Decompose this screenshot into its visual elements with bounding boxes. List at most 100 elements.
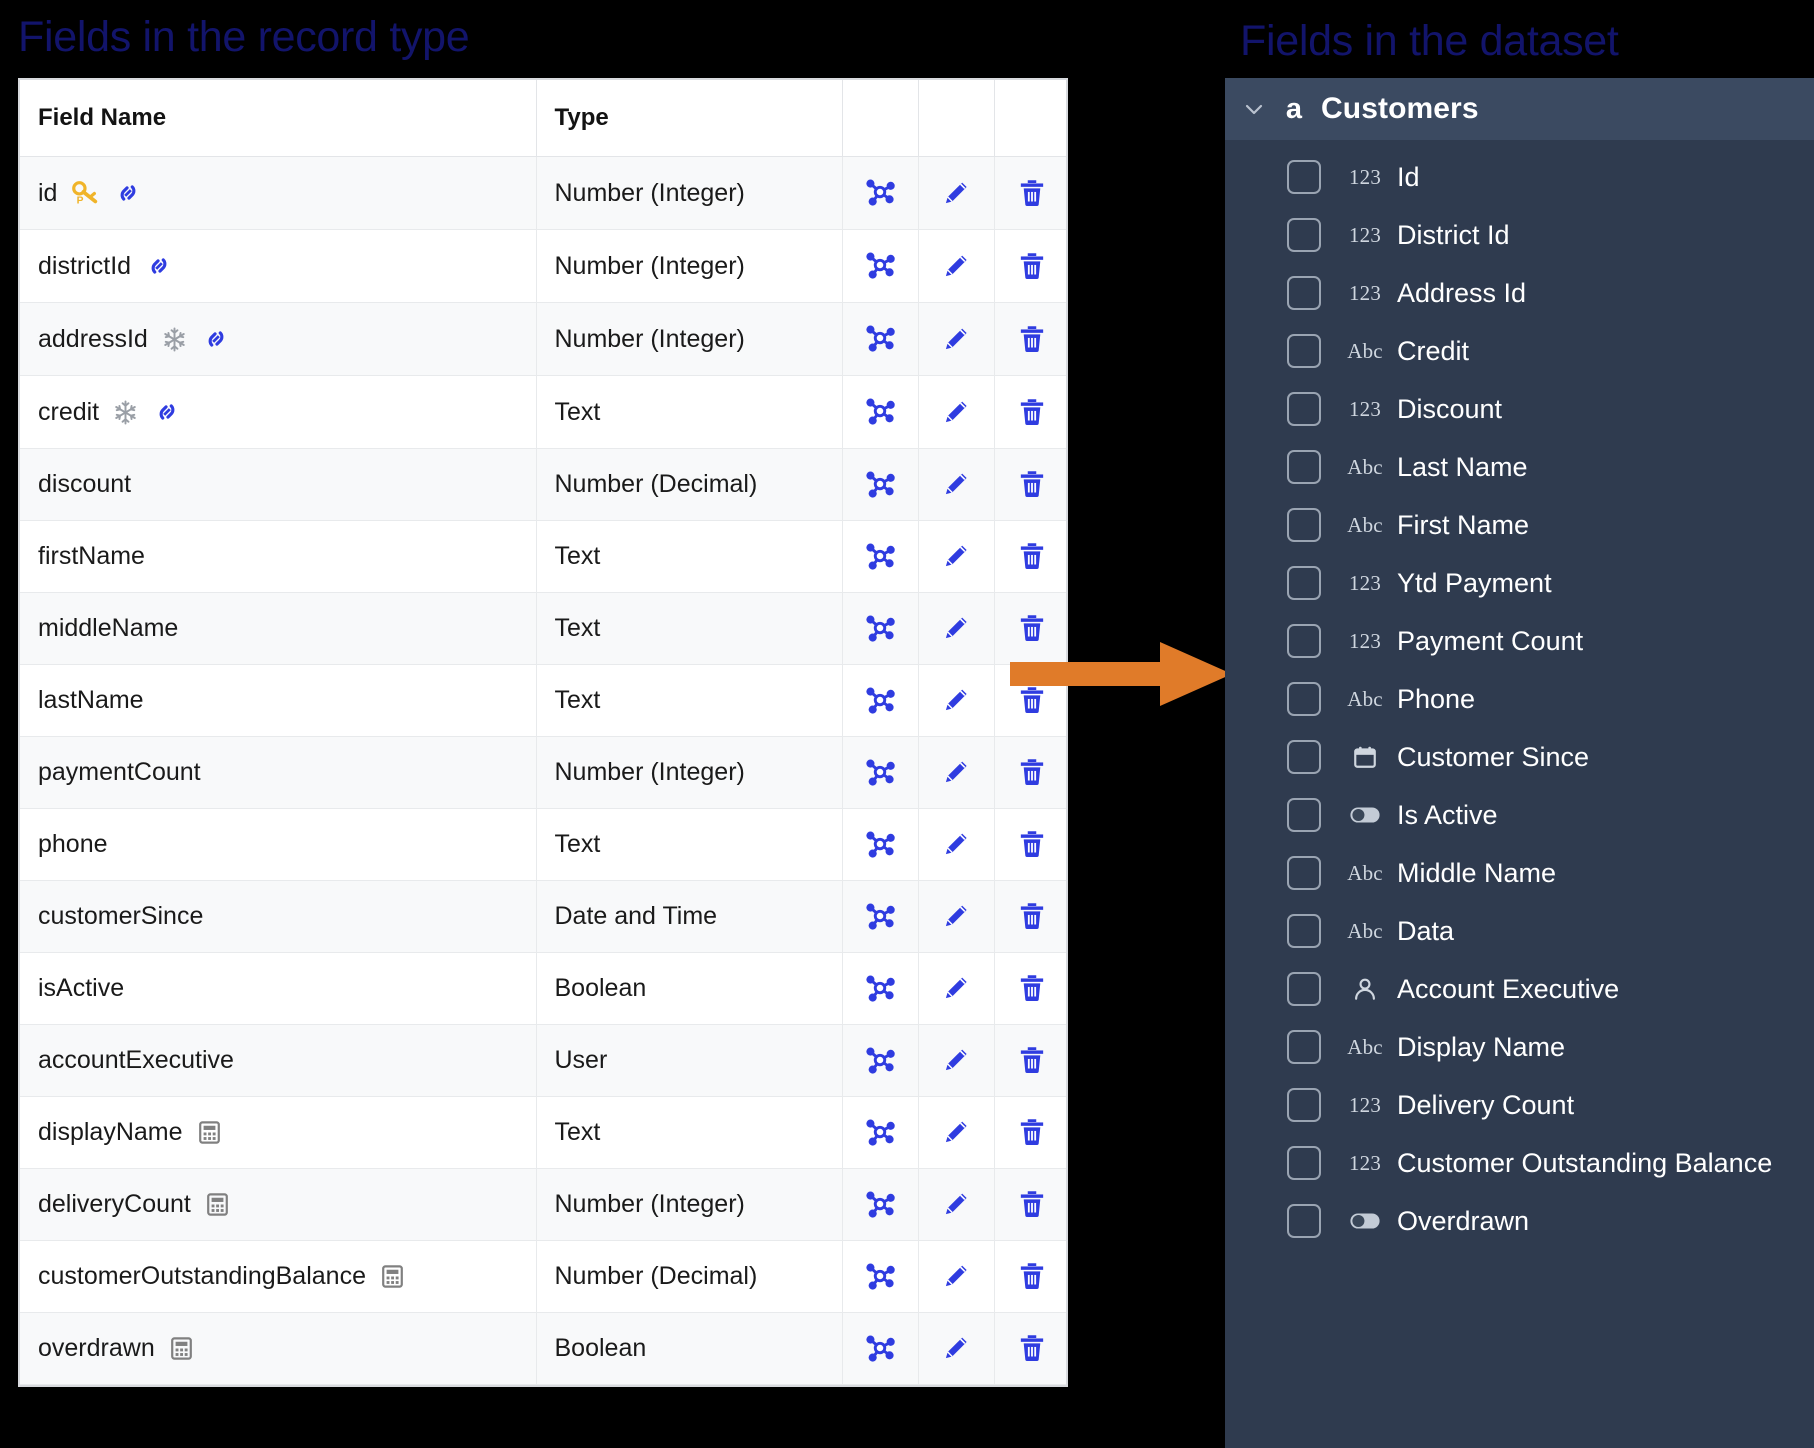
- cell-action-relationship[interactable]: [842, 1240, 919, 1313]
- field-checkbox[interactable]: [1287, 508, 1321, 542]
- cell-action-edit[interactable]: [918, 1312, 995, 1385]
- field-checkbox[interactable]: [1287, 276, 1321, 310]
- field-checkbox[interactable]: [1287, 798, 1321, 832]
- cell-action-delete[interactable]: [994, 880, 1066, 953]
- chevron-down-icon[interactable]: [1241, 97, 1267, 121]
- cell-action-edit[interactable]: [918, 592, 995, 665]
- cell-action-edit[interactable]: [918, 1024, 995, 1097]
- edit-icon[interactable]: [933, 170, 979, 216]
- cell-action-edit[interactable]: [918, 448, 995, 521]
- dataset-field-row[interactable]: Abc Middle Name: [1225, 844, 1814, 902]
- cell-action-delete[interactable]: [994, 375, 1066, 449]
- cell-action-delete[interactable]: [994, 808, 1066, 881]
- cell-action-edit[interactable]: [918, 736, 995, 809]
- edit-icon[interactable]: [933, 749, 979, 795]
- cell-action-edit[interactable]: [918, 664, 995, 737]
- edit-icon[interactable]: [933, 821, 979, 867]
- delete-icon[interactable]: [1009, 389, 1055, 435]
- delete-icon[interactable]: [1009, 821, 1055, 867]
- cell-action-edit[interactable]: [918, 302, 995, 376]
- cell-action-relationship[interactable]: [842, 156, 919, 230]
- cell-action-delete[interactable]: [994, 156, 1066, 230]
- relationship-icon[interactable]: [857, 821, 903, 867]
- cell-action-relationship[interactable]: [842, 664, 919, 737]
- cell-action-relationship[interactable]: [842, 1168, 919, 1241]
- edit-icon[interactable]: [933, 1037, 979, 1083]
- cell-action-delete[interactable]: [994, 520, 1066, 593]
- relationship-icon[interactable]: [857, 965, 903, 1011]
- edit-icon[interactable]: [933, 1181, 979, 1227]
- relationship-icon[interactable]: [857, 749, 903, 795]
- field-checkbox[interactable]: [1287, 450, 1321, 484]
- cell-action-edit[interactable]: [918, 952, 995, 1025]
- field-checkbox[interactable]: [1287, 624, 1321, 658]
- dataset-field-row[interactable]: Abc Phone: [1225, 670, 1814, 728]
- delete-icon[interactable]: [1009, 170, 1055, 216]
- cell-action-delete[interactable]: [994, 1312, 1066, 1385]
- field-checkbox[interactable]: [1287, 1030, 1321, 1064]
- cell-action-delete[interactable]: [994, 1168, 1066, 1241]
- edit-icon[interactable]: [933, 1253, 979, 1299]
- relationship-icon[interactable]: [857, 169, 903, 215]
- field-checkbox[interactable]: [1287, 682, 1321, 716]
- dataset-field-row[interactable]: Abc Data: [1225, 902, 1814, 960]
- dataset-field-row[interactable]: Is Active: [1225, 786, 1814, 844]
- cell-action-relationship[interactable]: [842, 375, 919, 449]
- dataset-field-row[interactable]: 123 District Id: [1225, 206, 1814, 264]
- relationship-icon[interactable]: [857, 605, 903, 651]
- cell-action-edit[interactable]: [918, 156, 995, 230]
- dataset-field-row[interactable]: Abc First Name: [1225, 496, 1814, 554]
- edit-icon[interactable]: [933, 1325, 979, 1371]
- dataset-field-row[interactable]: 123 Address Id: [1225, 264, 1814, 322]
- cell-action-relationship[interactable]: [842, 229, 919, 303]
- cell-action-relationship[interactable]: [842, 302, 919, 376]
- dataset-field-row[interactable]: 123 Payment Count: [1225, 612, 1814, 670]
- edit-icon[interactable]: [933, 605, 979, 651]
- cell-action-delete[interactable]: [994, 736, 1066, 809]
- dataset-field-row[interactable]: 123 Ytd Payment: [1225, 554, 1814, 612]
- field-checkbox[interactable]: [1287, 740, 1321, 774]
- cell-action-relationship[interactable]: [842, 592, 919, 665]
- field-checkbox[interactable]: [1287, 972, 1321, 1006]
- cell-action-relationship[interactable]: [842, 448, 919, 521]
- cell-action-edit[interactable]: [918, 808, 995, 881]
- delete-icon[interactable]: [1009, 965, 1055, 1011]
- cell-action-delete[interactable]: [994, 448, 1066, 521]
- delete-icon[interactable]: [1009, 1181, 1055, 1227]
- cell-action-relationship[interactable]: [842, 880, 919, 953]
- field-checkbox[interactable]: [1287, 392, 1321, 426]
- delete-icon[interactable]: [1009, 1253, 1055, 1299]
- dataset-field-row[interactable]: Abc Display Name: [1225, 1018, 1814, 1076]
- cell-action-edit[interactable]: [918, 1096, 995, 1169]
- cell-action-relationship[interactable]: [842, 1312, 919, 1385]
- relationship-icon[interactable]: [857, 893, 903, 939]
- relationship-icon[interactable]: [857, 315, 903, 361]
- edit-icon[interactable]: [933, 677, 979, 723]
- delete-icon[interactable]: [1009, 461, 1055, 507]
- edit-icon[interactable]: [933, 533, 979, 579]
- field-checkbox[interactable]: [1287, 566, 1321, 600]
- cell-action-delete[interactable]: [994, 1240, 1066, 1313]
- edit-icon[interactable]: [933, 316, 979, 362]
- field-checkbox[interactable]: [1287, 1088, 1321, 1122]
- cell-action-delete[interactable]: [994, 229, 1066, 303]
- relationship-icon[interactable]: [857, 677, 903, 723]
- cell-action-relationship[interactable]: [842, 952, 919, 1025]
- delete-icon[interactable]: [1009, 1037, 1055, 1083]
- cell-action-relationship[interactable]: [842, 520, 919, 593]
- edit-icon[interactable]: [933, 893, 979, 939]
- edit-icon[interactable]: [933, 243, 979, 289]
- relationship-icon[interactable]: [857, 533, 903, 579]
- field-checkbox[interactable]: [1287, 1204, 1321, 1238]
- delete-icon[interactable]: [1009, 316, 1055, 362]
- dataset-field-row[interactable]: 123 Id: [1225, 148, 1814, 206]
- dataset-header[interactable]: a Customers: [1225, 78, 1814, 140]
- relationship-icon[interactable]: [857, 242, 903, 288]
- edit-icon[interactable]: [933, 965, 979, 1011]
- delete-icon[interactable]: [1009, 1325, 1055, 1371]
- field-checkbox[interactable]: [1287, 160, 1321, 194]
- relationship-icon[interactable]: [857, 1037, 903, 1083]
- cell-action-delete[interactable]: [994, 952, 1066, 1025]
- cell-action-edit[interactable]: [918, 520, 995, 593]
- dataset-field-row[interactable]: Overdrawn: [1225, 1192, 1814, 1250]
